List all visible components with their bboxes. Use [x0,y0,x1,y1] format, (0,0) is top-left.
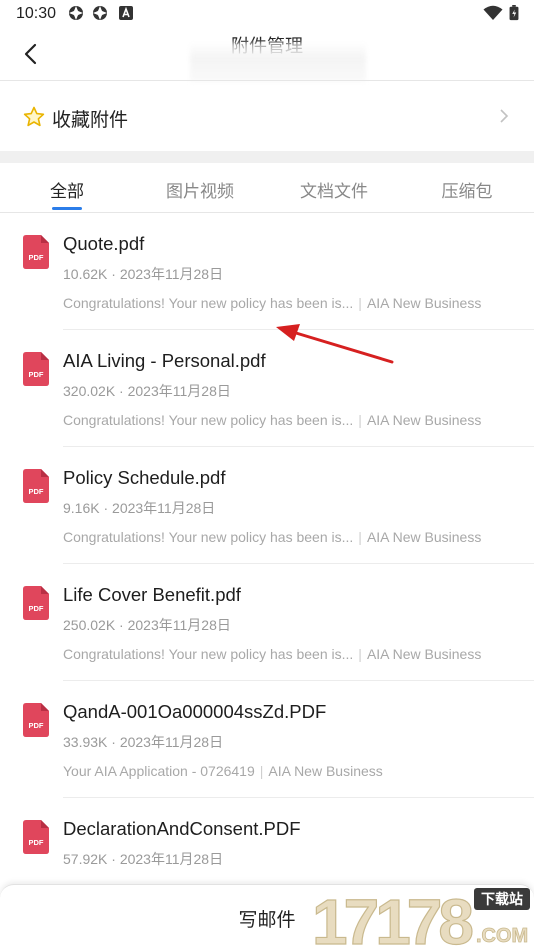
pdf-file-icon: PDF [23,703,49,737]
active-tab-indicator [52,207,82,210]
svg-text:17178: 17178 [312,886,472,950]
file-name: AIA Living - Personal.pdf [63,350,266,371]
app-a-icon [119,6,133,20]
mail-sender: AIA New Business [366,295,482,311]
status-time: 10:30 [16,5,57,22]
svg-text:PDF: PDF [29,838,44,847]
file-meta: 57.92K · 2023年11月28日 [63,851,224,867]
file-source: Congratulations! Your new policy has bee… [63,412,482,428]
svg-text:下载站: 下载站 [481,891,523,908]
pdf-file-icon: PDF [23,235,49,269]
list-item[interactable]: PDF QandA-001Oa000004ssZd.PDF 33.93K · 2… [0,681,534,798]
list-item[interactable]: PDF Policy Schedule.pdf 9.16K · 2023年11月… [0,447,534,564]
file-source: Congratulations! Your new policy has bee… [63,295,482,311]
mail-subject: Congratulations! Your new policy has bee… [63,529,354,545]
app-notification-icon [69,6,83,20]
svg-text:PDF: PDF [29,370,44,379]
file-meta: 250.02K · 2023年11月28日 [63,617,231,633]
file-name: Quote.pdf [63,233,145,254]
svg-text:PDF: PDF [29,721,44,730]
app-bar: 附件管理 [0,28,534,82]
favorite-attachments-label: 收藏附件 [52,110,129,131]
favorite-attachments-row[interactable]: 收藏附件 [0,81,534,151]
wifi-icon [483,5,503,20]
mail-subject: Congratulations! Your new policy has bee… [63,295,354,311]
file-source: Your AIA Application - 0726419 | AIA New B… [63,763,383,779]
battery-icon [509,5,519,21]
mail-subject: Congratulations! Your new policy has bee… [63,646,354,662]
file-meta: 10.62K · 2023年11月28日 [63,266,224,282]
status-bar: 10:30 [0,0,534,28]
file-source: Congratulations! Your new policy has bee… [63,529,482,545]
pdf-file-icon: PDF [23,352,49,386]
mail-sender: AIA New Business [366,529,482,545]
svg-text:.COM: .COM [476,925,528,947]
tab-documents[interactable]: 文档文件 [294,177,374,202]
section-gap [0,151,534,163]
tab-all[interactable]: 全部 [27,177,107,202]
list-item[interactable]: PDF Life Cover Benefit.pdf 250.02K · 202… [0,564,534,681]
site-watermark-logo: 17178 下载站 .COM [311,885,530,950]
file-name: QandA-001Oa000004ssZd.PDF [63,701,327,722]
mail-sender: AIA New Business [366,646,482,662]
svg-text:PDF: PDF [29,487,44,496]
svg-text:PDF: PDF [29,253,44,262]
file-name: Life Cover Benefit.pdf [63,584,241,605]
pdf-file-icon: PDF [23,586,49,620]
app-notification-icon [93,6,107,20]
mail-sender: AIA New Business [268,763,383,779]
pdf-file-icon: PDF [23,820,49,854]
chevron-right-icon [500,109,509,123]
file-name: DeclarationAndConsent.PDF [63,818,301,839]
file-meta: 320.02K · 2023年11月28日 [63,383,231,399]
svg-text:PDF: PDF [29,604,44,613]
file-meta: 33.93K · 2023年11月28日 [63,734,224,750]
tab-bar: 全部 图片视频 文档文件 压缩包 [0,163,534,213]
file-name: Policy Schedule.pdf [63,467,226,488]
mail-subject: Congratulations! Your new policy has bee… [63,412,354,428]
mail-subject: Your AIA Application - 0726419 [63,763,255,779]
file-meta: 9.16K · 2023年11月28日 [63,500,216,516]
pdf-file-icon: PDF [23,469,49,503]
list-item[interactable]: PDF Quote.pdf 10.62K · 2023年11月28日 Congr… [0,213,534,330]
tab-images-videos[interactable]: 图片视频 [160,177,240,202]
tab-archives[interactable]: 压缩包 [427,177,507,202]
list-item[interactable]: PDF AIA Living - Personal.pdf 320.02K · … [0,330,534,447]
file-source: Congratulations! Your new policy has bee… [63,646,482,662]
mail-sender: AIA New Business [366,412,482,428]
title-blur-overlay [190,42,366,82]
star-icon [23,106,45,127]
